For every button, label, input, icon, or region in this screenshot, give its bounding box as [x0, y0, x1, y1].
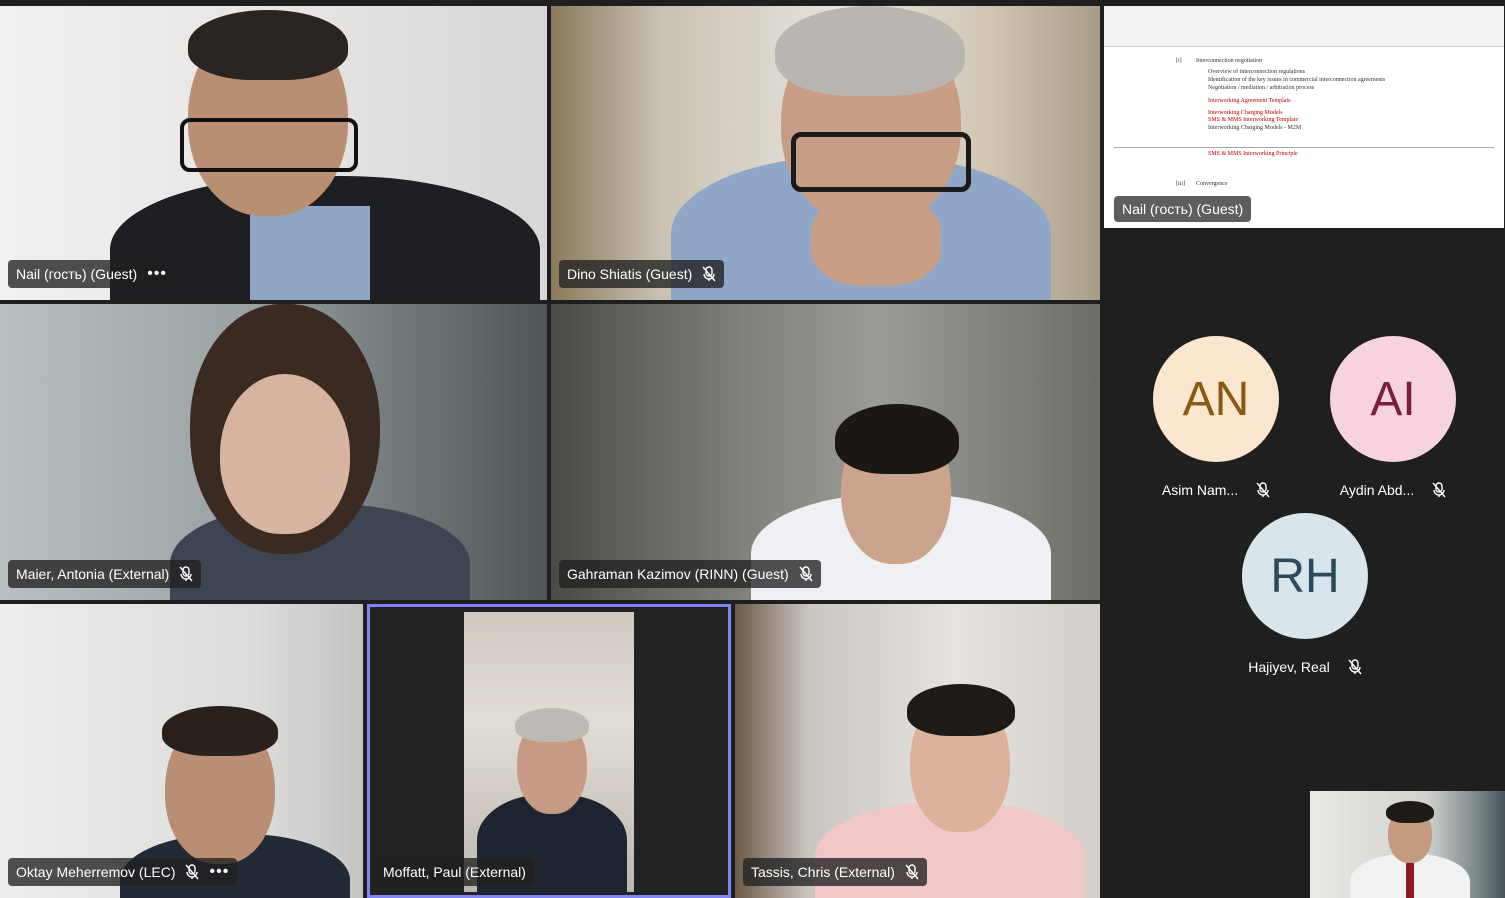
avatar-initials: AN	[1182, 372, 1250, 426]
doc-line: Interconnection negotiation	[1196, 58, 1263, 64]
audio-participant[interactable]: RH Hajiyev, Real	[1220, 513, 1390, 675]
mic-off-icon	[905, 864, 919, 880]
doc-line: Identification of the key issues in comm…	[1208, 77, 1386, 83]
avatar-initials: AI	[1370, 372, 1416, 426]
mic-off-icon	[1348, 659, 1362, 675]
self-view[interactable]	[1310, 791, 1505, 898]
avatar: RH	[1242, 513, 1368, 639]
participant-name: Nail (гость) (Guest)	[16, 266, 138, 282]
doc-line: Interworking Agreement Template	[1208, 98, 1291, 104]
name-label: Tassis, Chris (External)	[743, 858, 927, 886]
more-options-icon[interactable]: •••	[147, 266, 167, 282]
name-label: Gahraman Kazimov (RINN) (Guest)	[559, 560, 821, 588]
name-label: Nail (гость) (Guest) •••	[8, 260, 175, 288]
presenter-label: Nail (гость) (Guest)	[1114, 196, 1252, 222]
name-label: Maier, Antonia (External)	[8, 560, 202, 588]
doc-line: SMS & MMS Interworking Template	[1208, 117, 1299, 123]
video-tile-gahraman[interactable]: Gahraman Kazimov (RINN) (Guest)	[551, 304, 1100, 600]
avatar: AI	[1330, 336, 1456, 462]
doc-marker: [iii]	[1176, 181, 1185, 187]
participant-name: Aydin Abd...	[1339, 482, 1415, 498]
participant-name: Tassis, Chris (External)	[751, 864, 895, 880]
participant-name: Hajiyev, Real	[1248, 659, 1330, 675]
avatar: AN	[1153, 336, 1279, 462]
mic-off-icon	[1432, 482, 1446, 498]
participant-name: Moffatt, Paul (External)	[383, 864, 526, 880]
name-label: Dino Shiatis (Guest)	[559, 260, 725, 288]
audio-participant[interactable]: AI Aydin Abd...	[1308, 336, 1478, 498]
doc-marker: [i]	[1176, 58, 1182, 64]
video-tile-oktay[interactable]: Oktay Meherremov (LEC) •••	[0, 604, 363, 898]
mic-off-icon	[799, 566, 813, 582]
more-options-icon[interactable]: •••	[209, 864, 229, 880]
mic-off-icon	[179, 566, 193, 582]
name-label: Moffatt, Paul (External)	[375, 858, 534, 886]
mic-off-icon	[702, 266, 716, 282]
video-tile-nail[interactable]: Nail (гость) (Guest) •••	[0, 6, 547, 300]
video-tile-tassis[interactable]: Tassis, Chris (External)	[735, 604, 1100, 898]
name-label: Hajiyev, Real	[1220, 659, 1390, 675]
doc-line: Convergence	[1196, 181, 1228, 187]
participant-name: Dino Shiatis (Guest)	[567, 266, 693, 282]
participant-figure	[671, 6, 1051, 300]
participant-name: Maier, Antonia (External)	[16, 566, 170, 582]
participant-name: Asim Nam...	[1161, 482, 1239, 498]
name-label: Oktay Meherremov (LEC) •••	[8, 858, 238, 886]
doc-line: Overview of interconnection regulations	[1208, 69, 1306, 75]
video-tile-moffatt[interactable]: Moffatt, Paul (External)	[367, 604, 731, 898]
video-tile-dino[interactable]: Dino Shiatis (Guest)	[551, 6, 1100, 300]
audio-participant[interactable]: AN Asim Nam...	[1131, 336, 1301, 498]
page-break	[1114, 147, 1494, 148]
doc-line: SMS & MMS Interworking Principle	[1208, 151, 1298, 157]
name-label: Asim Nam...	[1131, 482, 1301, 498]
mic-off-icon	[185, 864, 200, 880]
participant-figure	[1350, 799, 1470, 898]
participant-figure	[100, 6, 540, 300]
mic-off-icon	[1256, 482, 1270, 498]
video-tile-maier[interactable]: Maier, Antonia (External)	[0, 304, 547, 600]
doc-line: Negotiation / mediation / arbitration pr…	[1208, 85, 1315, 91]
participant-name: Gahraman Kazimov (RINN) (Guest)	[567, 566, 789, 582]
document-ribbon	[1104, 6, 1504, 47]
shared-screen[interactable]: [i] Interconnection negotiation Overview…	[1104, 6, 1504, 228]
doc-line: Interworking Charging Models - M2M	[1208, 125, 1302, 131]
participant-name: Oktay Meherremov (LEC)	[16, 864, 176, 880]
avatar-initials: RH	[1270, 549, 1340, 603]
participant-figure	[150, 304, 470, 600]
doc-line: Interworking Charging Models	[1208, 110, 1283, 116]
name-label: Aydin Abd...	[1308, 482, 1478, 498]
